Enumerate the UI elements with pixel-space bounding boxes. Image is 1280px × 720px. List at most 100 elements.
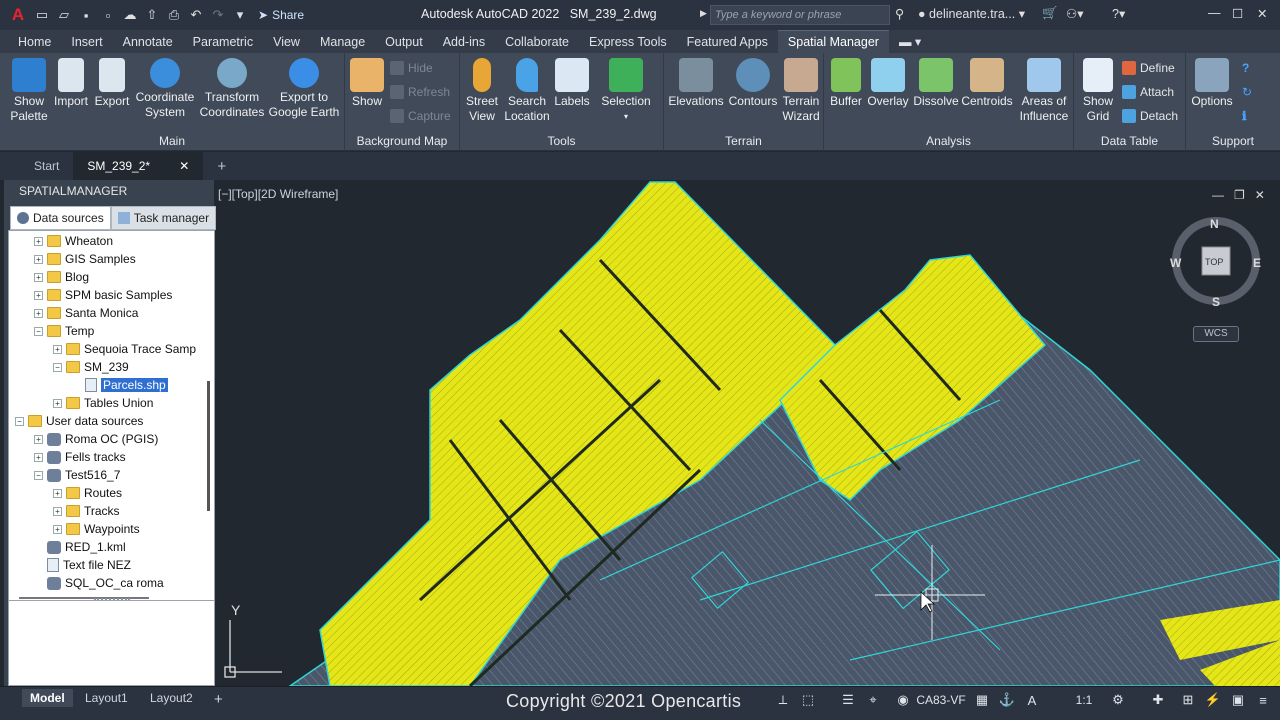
tree-item[interactable]: − Temp [34,322,94,340]
areas-of-influence-button[interactable]: Areas of Influence [1016,58,1072,124]
labels-button[interactable]: Labels [552,58,592,109]
tree-item[interactable]: SQL_OC_ca roma [34,574,164,592]
expand-toggle-icon[interactable]: − [34,470,43,480]
export-button[interactable]: Export [92,58,132,109]
compass-north[interactable]: N [1210,217,1219,231]
viewport-minimize-icon[interactable]: — [1212,188,1224,202]
search-icon[interactable]: ⚲ [895,6,904,21]
tree-item[interactable]: − SM_239 [53,358,129,376]
contours-button[interactable]: Contours [726,58,780,109]
close-icon[interactable]: ✕ [1257,6,1267,21]
tree-item[interactable]: + GIS Samples [34,250,136,268]
close-tab-icon[interactable]: ✕ [179,159,189,173]
tab-express-tools[interactable]: Express Tools [579,31,677,53]
tree-item[interactable]: + Fells tracks [34,448,126,466]
tab-layout1[interactable]: Layout1 [77,689,136,707]
dissolve-button[interactable]: Dissolve [912,58,960,109]
tree-item[interactable]: + Tables Union [53,394,153,412]
tab-annotate[interactable]: Annotate [113,31,183,53]
tab-task-manager[interactable]: Task manager [110,206,217,230]
ortho-icon[interactable]: ⟂ [773,690,793,710]
expand-toggle-icon[interactable]: + [34,452,43,462]
tree-item[interactable]: Parcels.shp [72,376,169,394]
app-exchange-icon[interactable]: ⚇▾ [1066,6,1083,21]
overlay-button[interactable]: Overlay [866,58,910,109]
show-grid-button[interactable]: Show Grid [1076,58,1120,124]
hide-map-button[interactable]: Hide [390,61,433,75]
cloud-save-icon[interactable]: ☁ [120,5,140,25]
centroids-button[interactable]: Centroids [960,58,1014,109]
detach-button[interactable]: Detach [1122,109,1178,123]
update-icon[interactable]: ↻ [1242,85,1252,99]
expand-toggle-icon[interactable]: + [34,272,43,282]
open-icon[interactable]: ▱ [54,5,74,25]
street-view-button[interactable]: Street View [462,58,502,124]
tab-spatial-manager[interactable]: Spatial Manager [777,30,889,53]
show-map-button[interactable]: Show [347,58,387,109]
buffer-button[interactable]: Buffer [826,58,866,109]
search-location-button[interactable]: Search Location [504,58,550,124]
isolate-icon[interactable]: ▦ [972,690,992,710]
tab-home[interactable]: Home [8,31,61,53]
tab-collaborate[interactable]: Collaborate [495,31,579,53]
maximize-icon[interactable]: ☐ [1232,6,1243,21]
drawing-viewport[interactable]: Y [216,180,1280,686]
clean-screen-icon[interactable]: ▣ [1228,690,1248,710]
tree-item[interactable]: Text file NEZ [34,556,131,574]
tree-item[interactable]: − User data sources [15,412,143,430]
compass-south[interactable]: S [1212,295,1220,309]
parcel-map[interactable]: Y [216,180,1280,686]
undo-icon[interactable]: ↶ [186,5,206,25]
viewcube-top-face[interactable]: TOP [1205,257,1223,267]
save-icon[interactable]: ▪ [76,5,96,25]
tree-item[interactable]: + Tracks [53,502,120,520]
capture-map-button[interactable]: Capture [390,109,451,123]
autocad-logo-icon[interactable]: A [6,4,30,26]
splitter-handle[interactable] [94,598,130,600]
tree-item[interactable]: + Roma OC (PGIS) [34,430,158,448]
info-icon[interactable]: ℹ [1242,109,1247,123]
tree-item[interactable]: + Sequoia Trace Samp [53,340,196,358]
export-google-earth-button[interactable]: Export to Google Earth [266,58,342,120]
add-layout-icon[interactable]: + [206,689,231,710]
selection-button[interactable]: Selection ▾ [596,58,656,124]
tab-featured-apps[interactable]: Featured Apps [677,31,778,53]
tab-view[interactable]: View [263,31,310,53]
quick-properties-icon[interactable]: ⚡ [1203,690,1223,710]
expand-toggle-icon[interactable]: − [15,416,24,426]
define-button[interactable]: Define [1122,61,1175,75]
tab-data-sources[interactable]: Data sources [10,206,111,230]
compass-west[interactable]: W [1170,256,1181,270]
share-drawing-icon[interactable]: ⇧ [142,5,162,25]
tree-item[interactable]: + SPM basic Samples [34,286,172,304]
expand-toggle-icon[interactable]: + [53,488,62,498]
tab-add-ins[interactable]: Add-ins [433,31,495,53]
tab-output[interactable]: Output [375,31,433,53]
snap-icon[interactable]: ⬚ [798,690,818,710]
minimize-icon[interactable]: — [1208,6,1221,20]
viewport-close-icon[interactable]: ✕ [1255,188,1265,202]
units-icon[interactable]: ⊞ [1178,690,1198,710]
save-as-icon[interactable]: ▫ [98,5,118,25]
tree-item[interactable]: + Waypoints [53,520,140,538]
transform-coordinates-button[interactable]: Transform Coordinates [198,58,266,120]
tree-item[interactable]: + Santa Monica [34,304,138,322]
search-expand-icon[interactable]: ▶ [700,8,707,19]
expand-toggle-icon[interactable]: − [53,362,62,372]
tab-drawing[interactable]: SM_239_2* ✕ [73,152,204,180]
help-icon[interactable]: ?▾ [1112,6,1125,21]
new-icon[interactable]: ▭ [32,5,52,25]
annotation-scale[interactable]: 1:1 [1072,690,1096,710]
cart-icon[interactable]: 🛒 [1042,6,1058,21]
tab-layout2[interactable]: Layout2 [142,689,201,707]
tree-item[interactable]: + Blog [34,268,89,286]
expand-toggle-icon[interactable]: − [34,326,43,336]
customization-menu-icon[interactable]: ≡ [1253,690,1273,710]
import-button[interactable]: Import [50,58,92,109]
wcs-menu[interactable]: WCS [1193,326,1239,342]
share-button[interactable]: ➤ Share [258,8,304,22]
redo-icon[interactable]: ↷ [208,5,228,25]
expand-toggle-icon[interactable]: + [34,290,43,300]
tree-item[interactable]: + Routes [53,484,122,502]
expand-toggle-icon[interactable]: + [34,308,43,318]
